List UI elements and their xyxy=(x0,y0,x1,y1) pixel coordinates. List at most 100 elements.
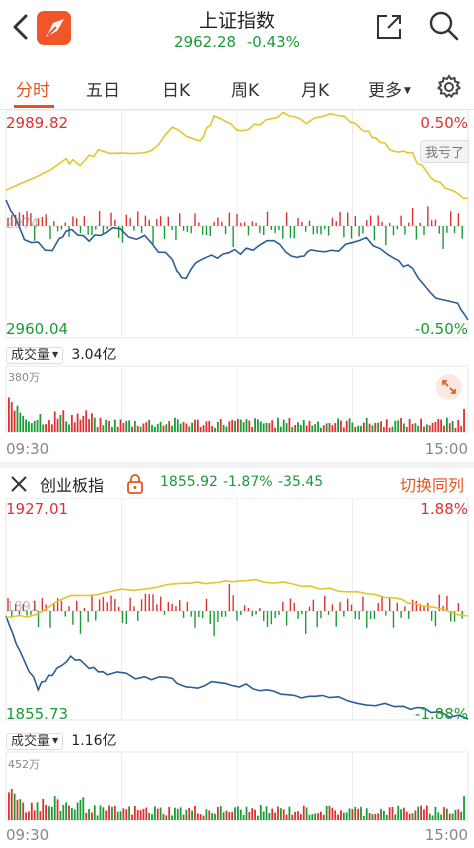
volume-bar xyxy=(216,421,219,432)
volume-bar xyxy=(314,424,317,432)
volume-bar xyxy=(262,811,265,820)
tab-intraday[interactable]: 分时 xyxy=(16,76,50,101)
volume-bar xyxy=(53,411,56,432)
compare-volume-label: 成交量 xyxy=(11,734,51,749)
volume-bar xyxy=(162,813,165,820)
volume-bar xyxy=(228,812,231,820)
volume-bar xyxy=(337,814,339,820)
volume-bar xyxy=(294,811,297,820)
volume-bar xyxy=(202,425,205,432)
volume-bar xyxy=(334,422,337,432)
compare-volume-dropdown[interactable]: 成交量 ▼ xyxy=(6,733,64,750)
volume-bar xyxy=(328,423,331,432)
volume-bar xyxy=(342,427,345,432)
compare-change-pct: -1.87% xyxy=(223,474,273,490)
volume-bar xyxy=(56,799,59,820)
volume-bar xyxy=(159,421,162,432)
volume-bar xyxy=(125,420,128,432)
tab-daily-k[interactable]: 日K xyxy=(162,76,190,101)
volume-bar xyxy=(434,806,437,820)
lock-button[interactable] xyxy=(125,473,145,495)
volume-bar xyxy=(414,810,417,820)
volume-dropdown[interactable]: 成交量 ▼ xyxy=(6,347,64,364)
compare-volume-selector[interactable]: 成交量 ▼ 1.16亿 xyxy=(6,730,116,750)
tab-monthly-k[interactable]: 月K xyxy=(301,76,329,101)
volume-bar xyxy=(111,806,113,820)
main-intraday-chart[interactable]: 2989.82 0.50% 2974 2960.04 -0.50% 我亏了 成交… xyxy=(0,110,474,460)
search-button[interactable] xyxy=(428,10,460,42)
volume-bar xyxy=(111,427,113,432)
volume-bar xyxy=(242,422,245,432)
top-bar: 上证指数 2962.28 -0.43% xyxy=(0,0,474,58)
volume-bar xyxy=(22,415,25,432)
compare-low-label: 1855.73 xyxy=(6,705,69,723)
volume-bar xyxy=(191,422,193,432)
close-compare-button[interactable] xyxy=(8,473,30,495)
tooltip-bubble[interactable]: 我亏了 xyxy=(420,140,470,163)
volume-bar xyxy=(417,425,420,432)
volume-bar xyxy=(322,814,325,820)
volume-bar xyxy=(342,812,345,820)
main-chart-canvas[interactable] xyxy=(0,110,474,460)
volume-bar xyxy=(271,420,274,432)
header-change-pct: -0.43% xyxy=(246,33,300,51)
search-icon xyxy=(429,11,459,41)
volume-bar xyxy=(205,809,208,820)
tab-five-day[interactable]: 五日 xyxy=(86,76,120,101)
tab-more[interactable]: 更多 ▼ xyxy=(368,76,411,101)
volume-bar xyxy=(425,424,428,432)
volume-bar xyxy=(460,426,463,432)
volume-bar xyxy=(374,423,377,432)
expand-button[interactable] xyxy=(436,374,462,400)
tab-weekly-k[interactable]: 周K xyxy=(231,76,259,101)
volume-bar xyxy=(202,815,205,820)
volume-bar xyxy=(62,410,65,432)
volume-bar xyxy=(305,425,308,432)
volume-bar xyxy=(423,809,425,820)
share-button[interactable] xyxy=(374,12,404,42)
volume-bar xyxy=(148,419,151,432)
volume-bar xyxy=(153,426,156,432)
volume-bar xyxy=(231,419,234,432)
volume-bar xyxy=(228,421,231,432)
volume-bar xyxy=(245,806,248,820)
volume-bar xyxy=(185,809,188,820)
volume-bar xyxy=(125,809,128,820)
main-mid-label: 2974 xyxy=(6,217,40,232)
volume-bar xyxy=(19,412,22,432)
volume-bar xyxy=(36,419,39,432)
volume-bar xyxy=(59,414,62,432)
volume-bar xyxy=(42,798,45,820)
volume-bar xyxy=(179,423,182,432)
volume-bar xyxy=(388,427,391,432)
volume-selector[interactable]: 成交量 ▼ 3.04亿 xyxy=(6,344,116,364)
volume-bar xyxy=(254,809,256,820)
compare-intraday-chart[interactable]: 1927.01 1.88% 1891 1855.73 -1.88% 成交量 ▼ 1… xyxy=(0,498,474,848)
main-high-label: 2989.82 xyxy=(6,114,69,132)
volume-bar xyxy=(176,419,179,432)
volume-bar xyxy=(348,418,351,432)
volume-bar xyxy=(288,806,291,820)
volume-bar xyxy=(93,417,96,432)
volume-bar xyxy=(33,810,36,820)
switch-layout-button[interactable]: 切换同列 xyxy=(400,472,464,496)
volume-bar xyxy=(277,417,279,432)
volume-bar xyxy=(354,426,357,432)
volume-bar xyxy=(268,812,271,820)
volume-bar xyxy=(397,805,400,820)
main-pct-high-label: 0.50% xyxy=(420,114,468,132)
volume-bar xyxy=(371,425,374,432)
volume-bar xyxy=(448,423,451,432)
volume-bar xyxy=(388,807,391,820)
compare-name[interactable]: 创业板指 xyxy=(40,472,104,496)
compare-chart-canvas[interactable] xyxy=(0,498,474,848)
volume-bar xyxy=(68,805,70,820)
volume-bar xyxy=(82,797,85,820)
settings-button[interactable] xyxy=(436,74,462,100)
caret-down-icon: ▼ xyxy=(52,350,59,359)
volume-bar xyxy=(320,811,322,820)
volume-bar xyxy=(205,421,208,432)
volume-bar xyxy=(440,814,443,820)
volume-bar xyxy=(156,423,159,432)
compare-change: -35.45 xyxy=(278,474,324,490)
